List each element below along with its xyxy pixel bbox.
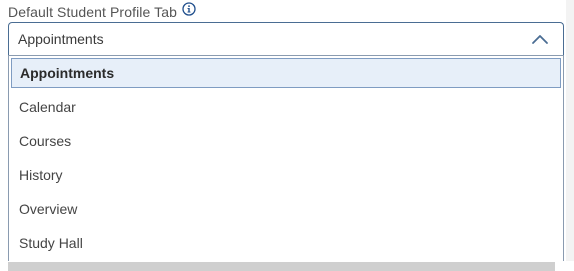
info-circle-icon[interactable]: [181, 2, 196, 17]
option-study-hall[interactable]: Study Hall: [11, 228, 561, 258]
option-label: Appointments: [20, 65, 115, 81]
option-calendar[interactable]: Calendar: [11, 92, 561, 122]
option-overview[interactable]: Overview: [11, 194, 561, 224]
page-edge: [566, 0, 574, 261]
option-label: Study Hall: [19, 235, 83, 251]
chevron-up-icon[interactable]: [531, 33, 549, 45]
profile-settings-panel: Default Student Profile Tab Appointments…: [0, 0, 574, 271]
option-label: History: [19, 167, 63, 183]
option-courses[interactable]: Courses: [11, 126, 561, 156]
horizontal-scrollbar-thumb[interactable]: [8, 262, 555, 271]
option-label: Overview: [19, 201, 78, 217]
default-tab-select[interactable]: Appointments: [8, 22, 564, 55]
dropdown-listbox: Appointments Calendar Courses History Ov…: [8, 55, 564, 261]
option-label: Courses: [19, 133, 72, 149]
option-label: Calendar: [19, 99, 76, 115]
option-history[interactable]: History: [11, 160, 561, 190]
field-label: Default Student Profile Tab: [8, 4, 177, 20]
select-current-value: Appointments: [18, 31, 104, 47]
field-label-row: Default Student Profile Tab: [8, 2, 196, 22]
option-appointments[interactable]: Appointments: [11, 58, 561, 88]
